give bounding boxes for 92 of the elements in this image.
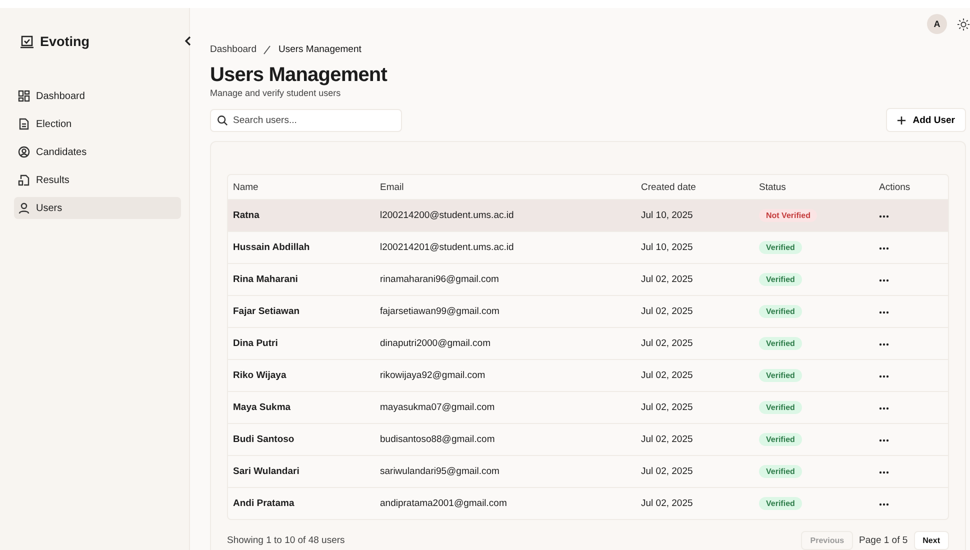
column-header: Created date	[641, 182, 697, 192]
table-cell-text: budisantoso88@gmail.com	[380, 434, 496, 445]
column-header: Email	[380, 182, 405, 192]
more-icon[interactable]	[879, 439, 889, 442]
table-cell-text: dinaputri2000@gmail.com	[380, 338, 492, 349]
table-cell-text: Jul 02, 2025	[641, 498, 694, 509]
status-badge: Verified	[759, 401, 802, 414]
table-cell-text: Maya Sukma	[233, 402, 292, 413]
status-badge: Not Verified	[759, 209, 818, 222]
status-badge: Verified	[759, 433, 802, 446]
more-icon[interactable]	[879, 343, 889, 346]
status-badge: Verified	[759, 273, 802, 286]
more-icon[interactable]	[879, 215, 889, 218]
table-cell-text: rinamaharani96@gmail.com	[380, 274, 500, 285]
ballot-box-icon	[20, 34, 34, 48]
page-title: Users Management	[210, 64, 388, 87]
table-cell-text: fajarsetiawan99@gmail.com	[380, 306, 500, 317]
table-cell-text: mayasukma07@gmail.com	[380, 402, 496, 413]
table-cell-text: andipratama2001@gmail.com	[380, 498, 508, 509]
table-cell-text: Fajar Setiawan	[233, 306, 301, 317]
column-header: Name	[233, 182, 260, 192]
status-badge: Verified	[759, 241, 802, 254]
slash-icon	[262, 44, 272, 54]
table-cell-text: Dina Putri	[233, 338, 279, 349]
next-button[interactable]: Next	[914, 531, 949, 550]
search-icon	[217, 114, 228, 126]
search-field[interactable]: Search users...	[210, 108, 402, 132]
user-icon	[18, 202, 30, 214]
table-cell-text: l200214200@student.ums.ac.id	[380, 210, 515, 221]
table-cell-text: Jul 02, 2025	[641, 306, 694, 317]
more-icon[interactable]	[879, 311, 889, 314]
table-cell-text: sariwulandari95@gmail.com	[380, 466, 500, 477]
table-row[interactable]: Andi Pratama andipratama2001@gmail.com Jul 02, 2025 Verified	[228, 487, 948, 519]
breadcrumb-item[interactable]: Dashboard	[210, 44, 256, 55]
table-cell-text: Jul 02, 2025	[641, 434, 694, 445]
table-cell-text: Jul 02, 2025	[641, 274, 694, 285]
app-title: Evoting	[40, 34, 90, 49]
table-cell-text: Andi Pratama	[233, 498, 296, 509]
user-circle-icon	[18, 146, 30, 158]
column-header: Status	[759, 182, 787, 192]
more-icon[interactable]	[879, 375, 889, 378]
page-indicator: Page 1 of 5	[859, 535, 908, 546]
page-subtitle: Manage and verify student users	[210, 88, 342, 98]
grid-icon	[18, 90, 30, 102]
more-icon[interactable]	[879, 407, 889, 410]
sidebar-item[interactable]: Candidates	[14, 141, 181, 163]
report-icon	[18, 174, 30, 186]
sidebar-item[interactable]: Results	[14, 169, 181, 191]
status-badge: Verified	[759, 465, 802, 478]
sidebar-item[interactable]: Election	[14, 113, 181, 135]
table-row[interactable]: Maya Sukma mayasukma07@gmail.com Jul 02, 2025 Verified	[228, 391, 948, 423]
table-row[interactable]: Sari Wulandari sariwulandari95@gmail.com Jul 02, 2025 Verified	[228, 455, 948, 487]
table-cell-text: Hussain Abdillah	[233, 242, 311, 253]
status-badge: Verified	[759, 305, 802, 318]
table-cell-text: Rina Maharani	[233, 274, 299, 285]
table-row[interactable]: Budi Santoso budisantoso88@gmail.com Jul 02, 2025 Verified	[228, 423, 948, 455]
table-cell-text: Jul 02, 2025	[641, 466, 694, 477]
add-user-button[interactable]: Add User	[886, 108, 966, 132]
status-badge: Verified	[759, 337, 802, 350]
table-cell-text: Jul 10, 2025	[641, 210, 694, 221]
table-cell-text: rikowijaya92@gmail.com	[380, 370, 486, 381]
more-icon[interactable]	[879, 471, 889, 474]
table-cell-text: Jul 02, 2025	[641, 402, 694, 413]
table-row[interactable]: Dina Putri dinaputri2000@gmail.com Jul 02, 2025 Verified	[228, 327, 948, 359]
status-badge: Verified	[759, 369, 802, 382]
table-cell-text: Jul 02, 2025	[641, 338, 694, 349]
collapse-icon[interactable]	[184, 36, 192, 46]
table-cell-text: Jul 10, 2025	[641, 242, 694, 253]
sidebar-item[interactable]: Users	[14, 197, 181, 219]
avatar[interactable]: A	[927, 14, 947, 34]
table-cell-text: Ratna	[233, 210, 260, 221]
sidebar-item[interactable]: Dashboard	[14, 85, 181, 107]
more-icon[interactable]	[879, 503, 889, 506]
status-badge: Verified	[759, 497, 802, 510]
more-icon[interactable]	[879, 279, 889, 282]
table-cell-text: l200214201@student.ums.ac.id	[380, 242, 515, 253]
more-icon[interactable]	[879, 247, 889, 250]
plus-icon	[896, 116, 906, 124]
document-icon	[18, 118, 30, 130]
table-row[interactable]: Ratna l200214200@student.ums.ac.id Jul 10, 2025 Not Verified	[228, 199, 948, 231]
table-cell-text: Sari Wulandari	[233, 466, 300, 477]
table-row[interactable]: Rina Maharani rinamaharani96@gmail.com Jul 02, 2025 Verified	[228, 263, 948, 295]
table-cell-text: Budi Santoso	[233, 434, 296, 445]
breadcrumb-item: Users Management	[278, 44, 362, 55]
column-header: Actions	[879, 182, 912, 192]
results-summary: Showing 1 to 10 of 48 users	[227, 535, 345, 546]
table-cell-text: Riko Wijaya	[233, 370, 288, 381]
sun-icon[interactable]	[957, 18, 970, 30]
table-cell-text: Jul 02, 2025	[641, 370, 694, 381]
table-row[interactable]: Riko Wijaya rikowijaya92@gmail.com Jul 02, 2025 Verified	[228, 359, 948, 391]
table-row[interactable]: Hussain Abdillah l200214201@student.ums.ac.id Jul 10, 2025 Verified	[228, 231, 948, 263]
table-row[interactable]: Fajar Setiawan fajarsetiawan99@gmail.com Jul 02, 2025 Verified	[228, 295, 948, 327]
